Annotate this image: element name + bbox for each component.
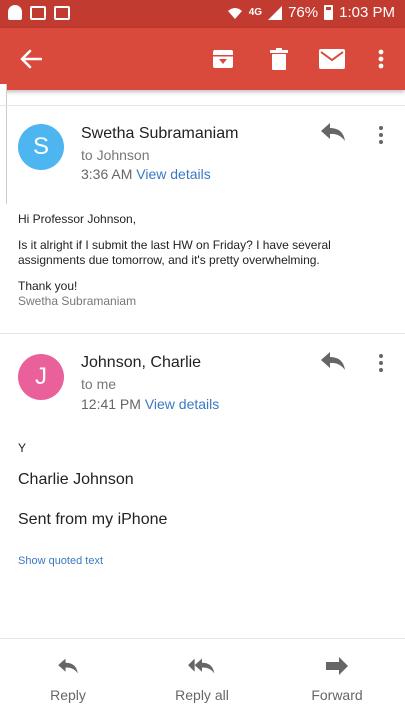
- mail-icon[interactable]: [313, 40, 351, 78]
- avatar[interactable]: J: [18, 354, 64, 400]
- timestamp: 12:41 PM: [81, 396, 141, 412]
- view-details-link[interactable]: View details: [136, 166, 210, 182]
- message-card: S Swetha Subramaniam to Johnson 3:36 AM …: [0, 105, 405, 308]
- message-card: J Johnson, Charlie to me 12:41 PM View d…: [0, 333, 405, 567]
- forward-button[interactable]: Forward: [277, 653, 397, 703]
- image-notification-icon: [54, 5, 70, 20]
- signal-icon: [268, 5, 283, 20]
- archive-icon[interactable]: [204, 40, 242, 78]
- forward-label: Forward: [311, 687, 363, 703]
- view-details-link[interactable]: View details: [145, 396, 219, 412]
- network-type: 4G: [248, 7, 263, 18]
- reply-icon: [8, 653, 128, 679]
- wifi-icon: [227, 7, 242, 19]
- reply-icon[interactable]: [319, 121, 349, 147]
- more-vert-icon[interactable]: [362, 40, 400, 78]
- battery-percent: 76%: [288, 4, 319, 21]
- gmail-notification-icon: [30, 5, 46, 20]
- timestamp: 3:36 AM: [81, 166, 133, 182]
- reply-all-button[interactable]: Reply all: [142, 653, 262, 703]
- trash-icon[interactable]: [260, 40, 298, 78]
- avatar[interactable]: S: [18, 124, 64, 170]
- sender-name: Johnson, Charlie: [81, 354, 202, 371]
- system-icons: 4G 76% 1:03 PM: [227, 4, 395, 21]
- message-more-icon[interactable]: [371, 122, 391, 148]
- status-bar: 4G 76% 1:03 PM: [0, 0, 405, 28]
- battery-icon: [324, 5, 334, 20]
- body-line: Sent from my iPhone: [18, 511, 168, 528]
- snapchat-icon: [8, 5, 22, 20]
- reply-button[interactable]: Reply: [8, 653, 128, 703]
- show-quoted-text-link[interactable]: Show quoted text: [18, 555, 388, 567]
- reply-label: Reply: [50, 687, 86, 703]
- recipient-line: to Johnson: [81, 147, 150, 163]
- bottom-action-bar: Reply Reply all Forward: [0, 638, 405, 720]
- recipient-line: to me: [81, 376, 117, 392]
- forward-icon: [277, 653, 397, 679]
- body-line: Charlie Johnson: [18, 471, 134, 488]
- message-body: Hi Professor Johnson, Is it alright if I…: [18, 212, 388, 309]
- timestamp-line: 12:41 PM View details: [81, 396, 219, 412]
- clock: 1:03 PM: [339, 4, 395, 21]
- sender-name: Swetha Subramaniam: [81, 125, 239, 142]
- app-toolbar: [0, 28, 405, 90]
- timestamp-line: 3:36 AM View details: [81, 166, 211, 182]
- overlay-edge: [0, 84, 7, 204]
- notification-icons: [8, 5, 70, 20]
- reply-all-label: Reply all: [175, 687, 229, 703]
- body-line: Y: [18, 441, 27, 455]
- message-body: Y Charlie Johnson Sent from my iPhone Sh…: [18, 441, 388, 567]
- reply-icon[interactable]: [319, 350, 349, 376]
- reply-all-icon: [142, 653, 262, 679]
- body-paragraph: Is it alright if I submit the last HW on…: [18, 238, 331, 267]
- back-arrow-icon[interactable]: [12, 40, 50, 78]
- signature: Swetha Subramaniam: [18, 294, 137, 308]
- greeting: Hi Professor Johnson,: [18, 212, 137, 226]
- closing: Thank you!: [18, 279, 78, 293]
- message-more-icon[interactable]: [371, 350, 391, 376]
